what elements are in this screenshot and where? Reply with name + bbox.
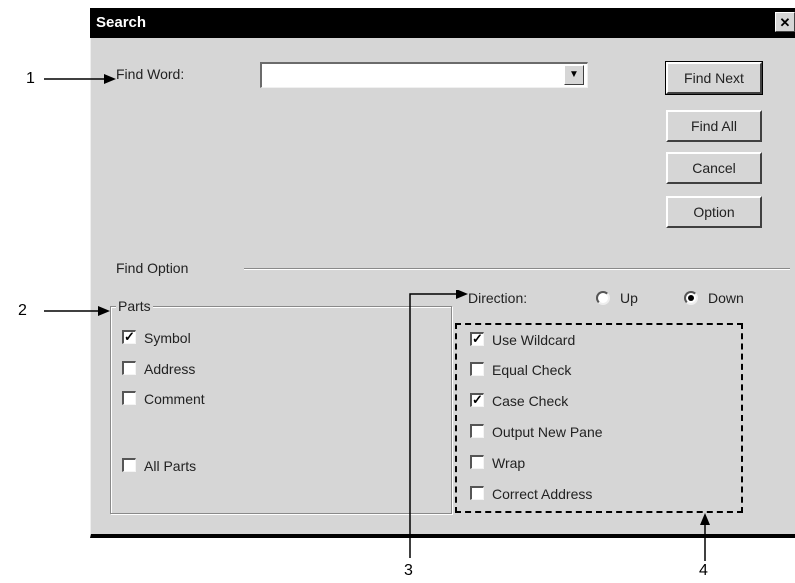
find-option-separator [244,268,790,270]
down-label: Down [708,290,744,306]
check-icon: ✓ [472,331,483,346]
comment-label: Comment [144,391,205,407]
output-new-pane-checkbox[interactable] [470,424,484,438]
title-bar [90,8,795,38]
options-highlight-box [455,323,743,513]
window-title: Search [96,14,147,31]
callout-1-number: 1 [26,70,35,87]
case-check-label: Case Check [492,393,569,409]
find-word-label: Find Word: [116,66,185,82]
address-checkbox[interactable] [122,361,136,375]
wrap-checkbox[interactable] [470,455,484,469]
case-check-checkbox[interactable]: ✓ [470,393,484,407]
equal-check-checkbox[interactable] [470,362,484,376]
all-parts-checkbox[interactable] [122,458,136,472]
callout-1-arrow [44,74,116,84]
address-label: Address [144,361,196,377]
callout-4-arrow [700,513,710,561]
callout-2-number: 2 [18,302,27,319]
symbol-checkbox[interactable]: ✓ [122,330,136,344]
callout-3-arrow [409,290,468,558]
close-button[interactable]: ✕ [775,12,795,32]
symbol-label: Symbol [144,330,191,346]
down-radio[interactable] [684,291,698,305]
output-new-pane-label: Output New Pane [492,424,603,440]
close-icon: ✕ [779,15,791,30]
find-word-combobox[interactable] [260,62,588,88]
find-word-dropdown-button[interactable]: ▼ [564,65,584,85]
option-button[interactable]: Option [666,196,762,228]
callout-3-number: 3 [404,562,413,579]
check-icon: ✓ [124,329,135,344]
correct-address-checkbox[interactable] [470,486,484,500]
comment-checkbox[interactable] [122,391,136,405]
check-icon: ✓ [472,392,483,407]
callout-2-arrow [44,306,110,316]
find-all-button[interactable]: Find All [666,110,762,142]
direction-label: Direction: [468,290,528,306]
correct-address-label: Correct Address [492,486,593,502]
use-wildcard-checkbox[interactable]: ✓ [470,332,484,346]
callout-4-number: 4 [699,562,708,579]
equal-check-label: Equal Check [492,362,572,378]
cancel-button[interactable]: Cancel [666,152,762,184]
radio-selected-dot [688,295,694,301]
up-radio[interactable] [596,291,610,305]
chevron-down-icon: ▼ [569,69,579,80]
use-wildcard-label: Use Wildcard [492,332,576,348]
wrap-label: Wrap [492,455,526,471]
find-option-label: Find Option [116,260,189,276]
parts-group-title: Parts [116,298,153,314]
all-parts-label: All Parts [144,458,197,474]
find-next-button[interactable]: Find Next [665,61,763,95]
up-label: Up [620,290,638,306]
